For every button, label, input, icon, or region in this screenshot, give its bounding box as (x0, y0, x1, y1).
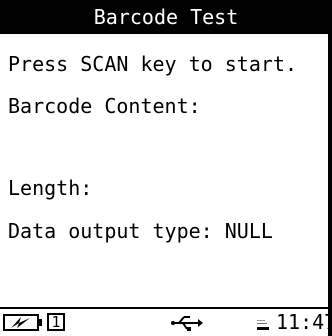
scan-prompt-text: Press SCAN key to start. (8, 52, 297, 76)
status-bar: 1 11:47 (0, 307, 332, 336)
barcode-content-label: Barcode Content: (8, 94, 201, 118)
usb-icon (170, 315, 204, 331)
sim-slot-indicator: 1 (47, 313, 65, 331)
signal-icon (256, 314, 274, 332)
battery-charging-icon (3, 314, 43, 331)
clock: 11:47 (276, 310, 332, 334)
data-output-type-text: Data output type: NULL (8, 219, 273, 243)
length-label: Length: (8, 176, 93, 200)
page-title: Barcode Test (93, 5, 239, 29)
title-bar: Barcode Test (0, 0, 332, 34)
barcode-test-screen: Barcode Test Press SCAN key to start. Ba… (0, 0, 332, 336)
scrollbar[interactable] (328, 34, 332, 336)
